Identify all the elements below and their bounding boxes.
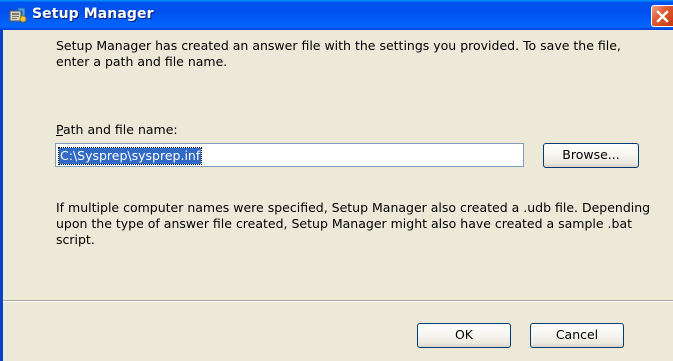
setup-manager-app-icon [9, 7, 27, 23]
note-text: If multiple computer names were specifie… [56, 200, 651, 247]
path-field-label: Path and file name: [56, 122, 178, 138]
intro-text: Setup Manager has created an answer file… [56, 38, 621, 69]
path-input-value: C:\Sysprep\sysprep.inf [57, 147, 203, 165]
window-title: Setup Manager [32, 6, 154, 22]
separator-line [3, 300, 673, 302]
path-label-accelerator: P [56, 122, 63, 137]
title-bar[interactable]: Setup Manager [0, 0, 673, 30]
close-icon [656, 10, 669, 23]
ok-button[interactable]: OK [417, 323, 511, 348]
cancel-button[interactable]: Cancel [530, 323, 624, 348]
dialog-body: Setup Manager has created an answer file… [3, 30, 673, 361]
setup-manager-window: Setup Manager Setup Manager has created … [0, 0, 673, 361]
path-label-text: ath and file name: [62, 122, 178, 137]
browse-button[interactable]: Browse... [543, 143, 639, 168]
path-input[interactable]: C:\Sysprep\sysprep.inf [55, 143, 524, 167]
close-button[interactable] [651, 5, 673, 27]
